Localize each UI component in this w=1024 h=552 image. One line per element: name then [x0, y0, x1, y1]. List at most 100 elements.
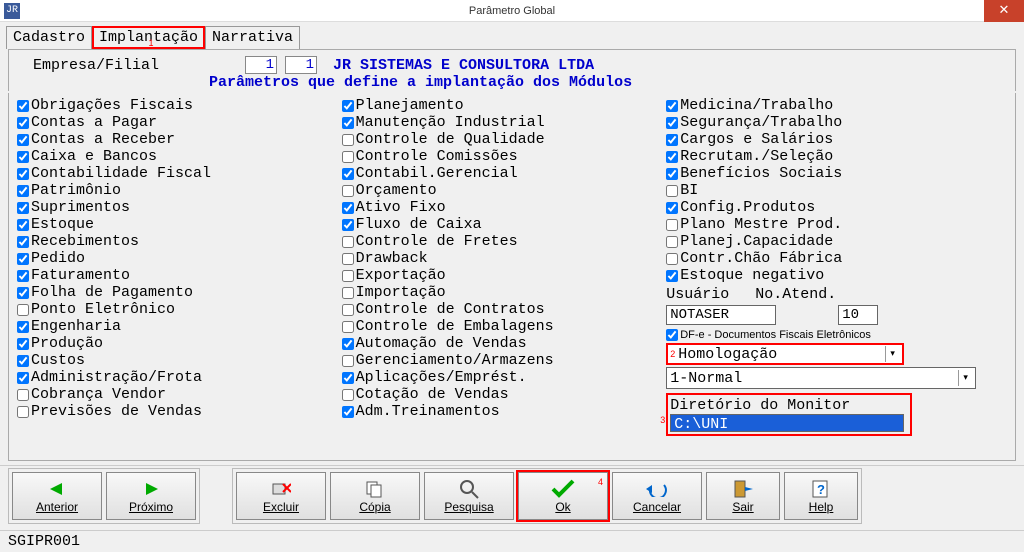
module-checkbox[interactable]: Planej.Capacidade [666, 233, 1007, 250]
module-checkbox[interactable]: Config.Produtos [666, 199, 1007, 216]
checkbox[interactable] [17, 270, 29, 282]
dfe-checkbox-row[interactable]: DF-e - Documentos Fiscais Eletrônicos [666, 329, 1007, 341]
checkbox[interactable] [666, 100, 678, 112]
checkbox[interactable] [17, 117, 29, 129]
module-checkbox[interactable]: Suprimentos [17, 199, 342, 216]
module-checkbox[interactable]: Produção [17, 335, 342, 352]
checkbox[interactable] [342, 134, 354, 146]
checkbox[interactable] [666, 236, 678, 248]
module-checkbox[interactable]: Controle de Fretes [342, 233, 667, 250]
module-checkbox[interactable]: Controle Comissões [342, 148, 667, 165]
combo-normal[interactable]: 1-Normal ▾ [666, 367, 976, 389]
module-checkbox[interactable]: BI [666, 182, 1007, 199]
checkbox[interactable] [342, 321, 354, 333]
module-checkbox[interactable]: Automação de Vendas [342, 335, 667, 352]
checkbox[interactable] [342, 117, 354, 129]
module-checkbox[interactable]: Controle de Qualidade [342, 131, 667, 148]
checkbox[interactable] [342, 287, 354, 299]
module-checkbox[interactable]: Gerenciamento/Armazens [342, 352, 667, 369]
module-checkbox[interactable]: Engenharia [17, 318, 342, 335]
module-checkbox[interactable]: Fluxo de Caixa [342, 216, 667, 233]
module-checkbox[interactable]: Contabilidade Fiscal [17, 165, 342, 182]
module-checkbox[interactable]: Orçamento [342, 182, 667, 199]
filial-input[interactable] [285, 56, 317, 74]
combo-homologacao[interactable]: 2 Homologação ▾ [666, 343, 904, 365]
checkbox[interactable] [342, 253, 354, 265]
checkbox[interactable] [17, 355, 29, 367]
checkbox[interactable] [17, 202, 29, 214]
module-checkbox[interactable]: Contas a Receber [17, 131, 342, 148]
copia-button[interactable]: Cópia [330, 472, 420, 520]
checkbox[interactable] [342, 355, 354, 367]
module-checkbox[interactable]: Aplicações/Emprést. [342, 369, 667, 386]
module-checkbox[interactable]: Manutenção Industrial [342, 114, 667, 131]
empresa-input[interactable] [245, 56, 277, 74]
module-checkbox[interactable]: Contr.Chão Fábrica [666, 250, 1007, 267]
checkbox[interactable] [342, 219, 354, 231]
checkbox[interactable] [666, 134, 678, 146]
checkbox[interactable] [17, 287, 29, 299]
no-atend-input[interactable] [838, 305, 878, 325]
checkbox[interactable] [666, 151, 678, 163]
module-checkbox[interactable]: Faturamento [17, 267, 342, 284]
module-checkbox[interactable]: Previsões de Vendas [17, 403, 342, 420]
checkbox[interactable] [666, 253, 678, 265]
module-checkbox[interactable]: Folha de Pagamento [17, 284, 342, 301]
module-checkbox[interactable]: Adm.Treinamentos [342, 403, 667, 420]
module-checkbox[interactable]: Controle de Contratos [342, 301, 667, 318]
checkbox[interactable] [17, 168, 29, 180]
checkbox[interactable] [17, 134, 29, 146]
module-checkbox[interactable]: Contas a Pagar [17, 114, 342, 131]
checkbox[interactable] [17, 338, 29, 350]
checkbox[interactable] [17, 253, 29, 265]
checkbox[interactable] [666, 185, 678, 197]
cancelar-button[interactable]: Cancelar [612, 472, 702, 520]
module-checkbox[interactable]: Estoque [17, 216, 342, 233]
checkbox[interactable] [17, 219, 29, 231]
checkbox[interactable] [666, 168, 678, 180]
checkbox[interactable] [342, 406, 354, 418]
checkbox[interactable] [17, 151, 29, 163]
module-checkbox[interactable]: Benefícios Sociais [666, 165, 1007, 182]
checkbox[interactable] [342, 338, 354, 350]
module-checkbox[interactable]: Administração/Frota [17, 369, 342, 386]
checkbox[interactable] [17, 185, 29, 197]
help-button[interactable]: ? Help [784, 472, 858, 520]
anterior-button[interactable]: Anterior [12, 472, 102, 520]
module-checkbox[interactable]: Importação [342, 284, 667, 301]
proximo-button[interactable]: Próximo [106, 472, 196, 520]
module-checkbox[interactable]: Ponto Eletrônico [17, 301, 342, 318]
module-checkbox[interactable]: Segurança/Trabalho [666, 114, 1007, 131]
module-checkbox[interactable]: Planejamento [342, 97, 667, 114]
checkbox[interactable] [666, 219, 678, 231]
module-checkbox[interactable]: Controle de Embalagens [342, 318, 667, 335]
tab-narrativa[interactable]: Narrativa [205, 26, 300, 49]
checkbox[interactable] [342, 202, 354, 214]
usuario-input[interactable] [666, 305, 776, 325]
checkbox[interactable] [17, 236, 29, 248]
ok-button[interactable]: 4 Ok [518, 472, 608, 520]
checkbox[interactable] [342, 100, 354, 112]
module-checkbox[interactable]: Plano Mestre Prod. [666, 216, 1007, 233]
module-checkbox[interactable]: Recebimentos [17, 233, 342, 250]
checkbox[interactable] [342, 389, 354, 401]
module-checkbox[interactable]: Recrutam./Seleção [666, 148, 1007, 165]
module-checkbox[interactable]: Cotação de Vendas [342, 386, 667, 403]
checkbox[interactable] [17, 372, 29, 384]
dfe-checkbox[interactable] [666, 329, 678, 341]
checkbox[interactable] [17, 100, 29, 112]
checkbox[interactable] [342, 168, 354, 180]
checkbox[interactable] [342, 236, 354, 248]
checkbox[interactable] [666, 202, 678, 214]
checkbox[interactable] [666, 117, 678, 129]
checkbox[interactable] [342, 185, 354, 197]
module-checkbox[interactable]: Cargos e Salários [666, 131, 1007, 148]
checkbox[interactable] [342, 372, 354, 384]
module-checkbox[interactable]: Obrigações Fiscais [17, 97, 342, 114]
close-button[interactable]: ✕ [984, 0, 1024, 22]
module-checkbox[interactable]: Ativo Fixo [342, 199, 667, 216]
checkbox[interactable] [342, 151, 354, 163]
checkbox[interactable] [342, 270, 354, 282]
module-checkbox[interactable]: Cobrança Vendor [17, 386, 342, 403]
module-checkbox[interactable]: Drawback [342, 250, 667, 267]
